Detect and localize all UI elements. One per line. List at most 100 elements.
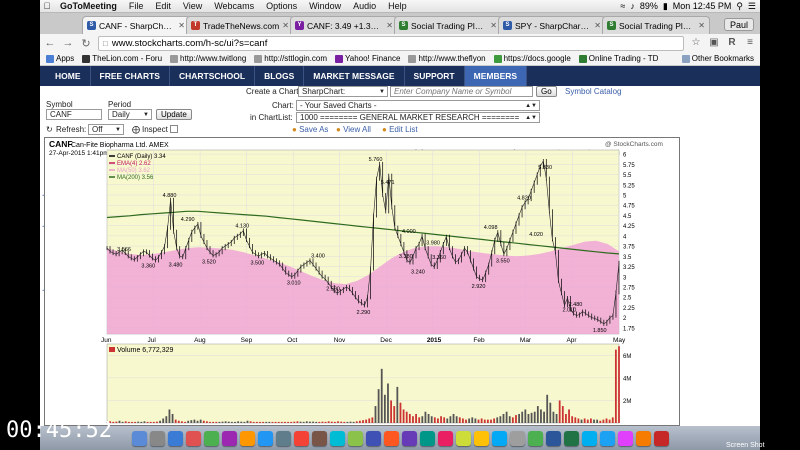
maps-icon[interactable]: [293, 430, 309, 446]
clock[interactable]: Mon 12:45 PM: [673, 1, 732, 11]
menu-options[interactable]: Options: [260, 1, 303, 11]
browser-tab[interactable]: SSocial Trading Platform✕: [602, 16, 710, 34]
menu-icon[interactable]: ≡: [744, 37, 756, 49]
safari-icon[interactable]: [167, 430, 183, 446]
inspect-checkbox[interactable]: [170, 125, 178, 133]
symbol-input[interactable]: CANF: [46, 109, 102, 120]
nav-market-message[interactable]: MARKET MESSAGE: [304, 66, 405, 86]
refresh-select[interactable]: Off ▼: [88, 124, 124, 135]
view-all-link[interactable]: ● View All: [336, 125, 371, 134]
preview-icon[interactable]: [437, 430, 453, 446]
menu-edit[interactable]: Edit: [149, 1, 177, 11]
bookmark-item[interactable]: http://www.twitlong: [170, 54, 246, 63]
nav-home[interactable]: HOME: [46, 66, 91, 86]
app-icon[interactable]: [563, 430, 579, 446]
menu-help[interactable]: Help: [382, 1, 413, 11]
go-button[interactable]: Go: [536, 86, 557, 97]
app-icon[interactable]: [617, 430, 633, 446]
menu-app-name[interactable]: GoToMeeting: [54, 1, 123, 11]
browser-tab[interactable]: SCANF - SharpCharts Wo✕: [82, 16, 190, 34]
tab-close-icon[interactable]: ✕: [178, 21, 185, 30]
reload-icon[interactable]: ↻: [80, 37, 92, 50]
menu-audio[interactable]: Audio: [347, 1, 382, 11]
tab-close-icon[interactable]: ✕: [490, 21, 497, 30]
nav-members[interactable]: MEMBERS: [464, 66, 528, 86]
nav-support[interactable]: SUPPORT: [405, 66, 465, 86]
app-icon[interactable]: [545, 430, 561, 446]
bookmark-item[interactable]: Online Trading - TD: [578, 54, 658, 63]
browser-tab[interactable]: T TradeTheNews.com ✕: [186, 16, 294, 34]
mail-icon[interactable]: [185, 430, 201, 446]
bookmark-item[interactable]: http://sttlogin.com: [254, 54, 327, 63]
company-symbol-input[interactable]: [390, 86, 533, 97]
messages-icon[interactable]: [329, 430, 345, 446]
app-store-icon[interactable]: [401, 430, 417, 446]
chrome-icon[interactable]: [455, 430, 471, 446]
menu-window[interactable]: Window: [303, 1, 347, 11]
skype-icon[interactable]: [509, 430, 525, 446]
wifi-icon[interactable]: ≈: [620, 1, 625, 11]
inspect-crosshair-icon[interactable]: ⨁: [132, 125, 140, 134]
ibooks-icon[interactable]: [383, 430, 399, 446]
address-bar[interactable]: □ www.stockcharts.com/h-sc/ui?s=canf: [98, 35, 684, 51]
twitter-icon[interactable]: [527, 430, 543, 446]
itunes-icon[interactable]: [365, 430, 381, 446]
profile-button[interactable]: Paul: [723, 18, 754, 31]
app-icon[interactable]: [581, 430, 597, 446]
symbol-catalog-link[interactable]: Symbol Catalog: [565, 87, 621, 96]
volume-icon[interactable]: ♪: [630, 1, 635, 11]
nav-blogs[interactable]: BLOGS: [255, 66, 305, 86]
other-bookmarks[interactable]: Other Bookmarks: [681, 54, 754, 63]
tab-close-icon[interactable]: ✕: [282, 21, 289, 30]
excel-icon[interactable]: [491, 430, 507, 446]
finder-icon[interactable]: [131, 430, 147, 446]
forward-icon[interactable]: →: [62, 37, 74, 49]
chart-type-select[interactable]: SharpChart: ▼: [298, 86, 388, 97]
refresh-icon[interactable]: ↻: [46, 125, 53, 134]
extension-icon[interactable]: ▣: [708, 37, 720, 49]
tab-close-icon[interactable]: ✕: [386, 21, 393, 30]
back-icon[interactable]: ←: [44, 37, 56, 49]
battery-percent[interactable]: 89%: [640, 1, 658, 11]
tab-close-icon[interactable]: ✕: [698, 21, 705, 30]
tab-close-icon[interactable]: ✕: [594, 21, 601, 30]
reminders-icon[interactable]: [275, 430, 291, 446]
menu-file[interactable]: File: [123, 1, 150, 11]
browser-tab[interactable]: SSPY - SharpCharts Wor✕: [498, 16, 606, 34]
spotlight-icon[interactable]: ⚲: [736, 1, 743, 12]
bookmark-item[interactable]: Apps: [46, 54, 74, 63]
edit-list-link[interactable]: ● Edit List: [382, 125, 418, 134]
nav-chartschool[interactable]: CHARTSCHOOL: [170, 66, 256, 86]
extension-r-icon[interactable]: R: [726, 37, 738, 49]
notification-icon[interactable]: ☰: [748, 1, 756, 12]
bookmark-item[interactable]: https://docs.google: [493, 54, 571, 63]
word-icon[interactable]: [473, 430, 489, 446]
photos-icon[interactable]: [311, 430, 327, 446]
bookmark-item[interactable]: http://www.theflyon: [408, 54, 486, 63]
app-icon[interactable]: [599, 430, 615, 446]
trash-icon[interactable]: [653, 430, 669, 446]
contacts-icon[interactable]: [221, 430, 237, 446]
system-prefs-icon[interactable]: [419, 430, 435, 446]
chartlist-select[interactable]: 1000 ======== GENERAL MARKET RESEARCH ==…: [296, 112, 540, 123]
bookmark-item[interactable]: Yahoo! Finance: [335, 54, 400, 63]
battery-icon[interactable]: ▮: [663, 1, 668, 12]
period-select[interactable]: Daily ▼: [108, 109, 152, 120]
menu-webcams[interactable]: Webcams: [208, 1, 260, 11]
bookmark-item[interactable]: TheLion.com - Foru: [82, 54, 162, 63]
browser-tab[interactable]: Y CANF: 3.49 +1.32 (+6 ✕: [290, 16, 398, 34]
notes-icon[interactable]: [257, 430, 273, 446]
facetime-icon[interactable]: [203, 430, 219, 446]
launchpad-icon[interactable]: [149, 430, 165, 446]
update-button[interactable]: Update: [156, 109, 192, 120]
nav-free-charts[interactable]: FREE CHARTS: [91, 66, 170, 86]
saved-charts-select[interactable]: - Your Saved Charts - ▲▼: [296, 100, 540, 111]
app-icon[interactable]: [635, 430, 651, 446]
page-info-icon[interactable]: □: [103, 39, 108, 48]
apple-icon[interactable]: : [40, 1, 54, 11]
bookmark-star-icon[interactable]: ☆: [690, 37, 702, 49]
menu-view[interactable]: View: [177, 1, 208, 11]
save-as-link[interactable]: ● Save As: [292, 125, 328, 134]
facetime-icon-2[interactable]: [347, 430, 363, 446]
calendar-icon[interactable]: [239, 430, 255, 446]
